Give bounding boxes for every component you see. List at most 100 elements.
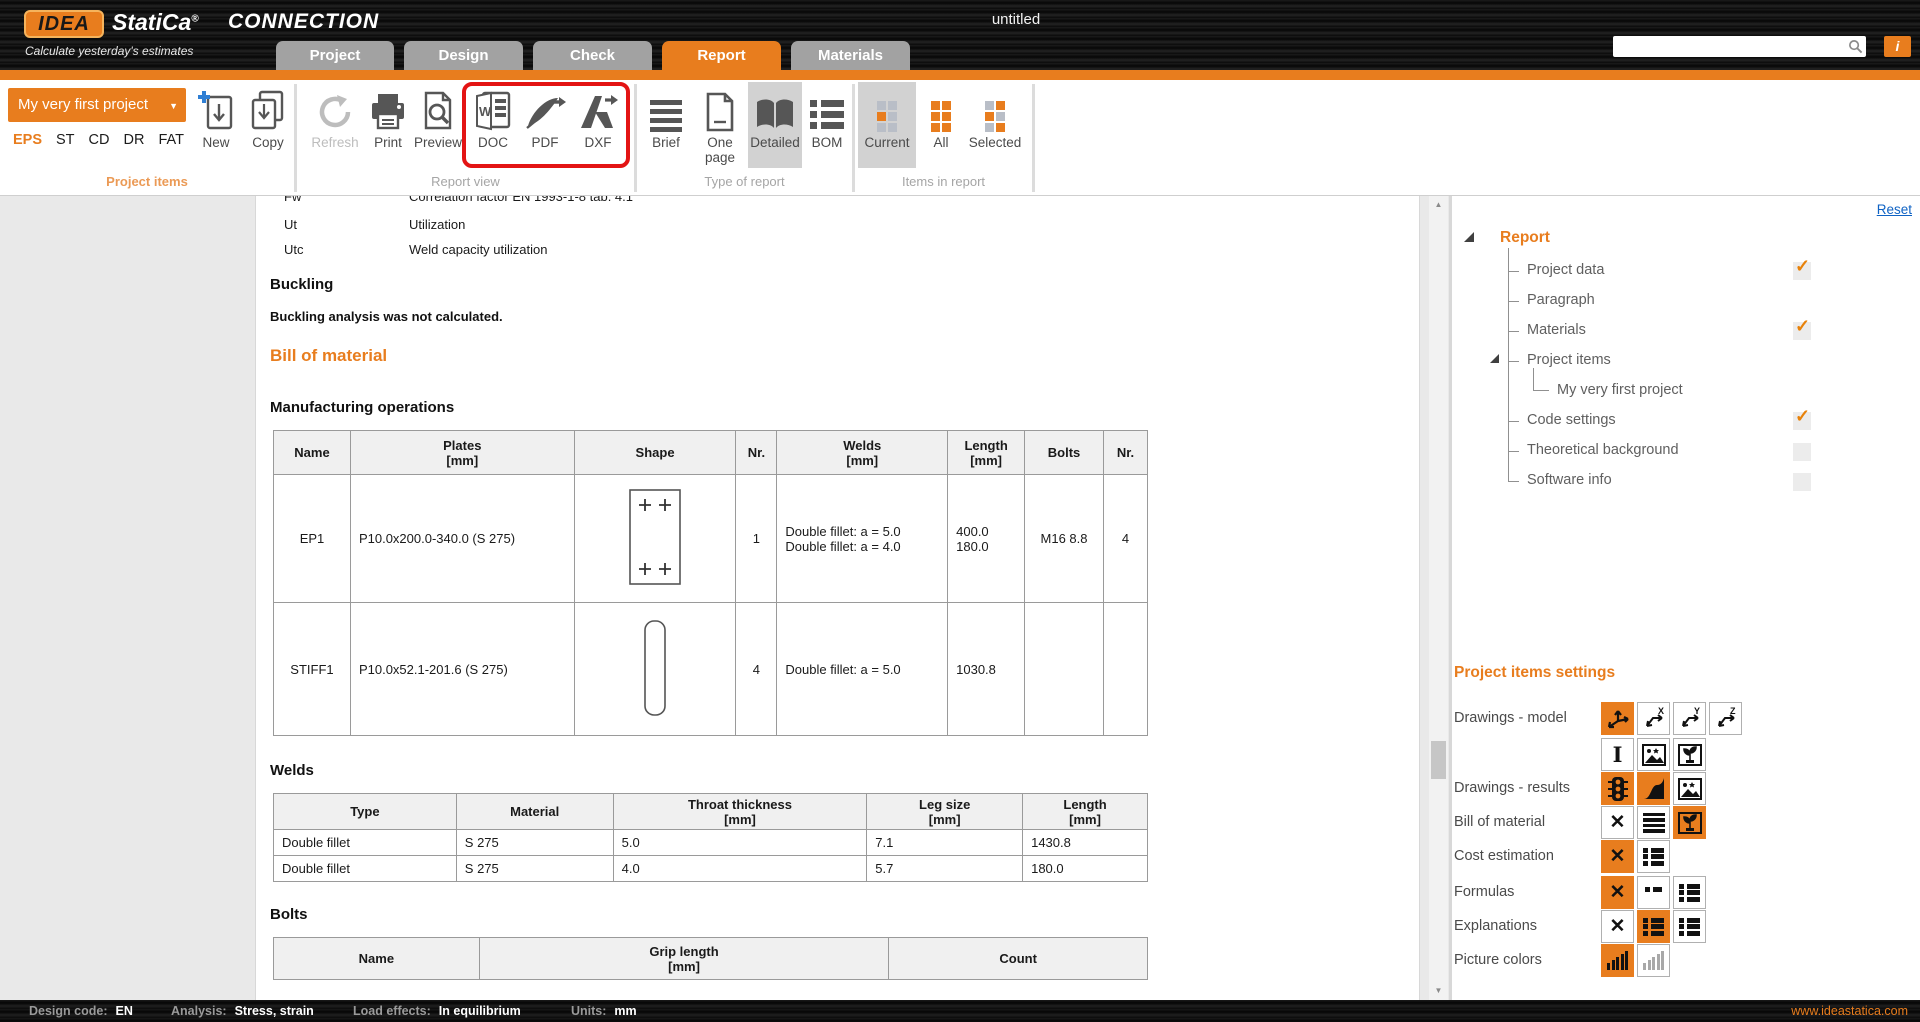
tab-check[interactable]: Check: [533, 41, 652, 70]
mode-fat[interactable]: FAT: [158, 132, 184, 148]
copy-button[interactable]: Copy: [242, 82, 294, 168]
print-button[interactable]: Print: [366, 82, 410, 168]
bom-with-picture-button[interactable]: [1673, 806, 1706, 839]
search-box[interactable]: [1613, 36, 1866, 57]
formulas-full-button[interactable]: [1673, 876, 1706, 909]
report-settings-panel: Reset Report Project data Paragraph Mate…: [1449, 196, 1920, 1000]
tree-item-project-data[interactable]: Project data: [1527, 262, 1604, 278]
col-header: Length[mm]: [948, 431, 1025, 475]
cell-length: 1030.8: [948, 603, 1025, 736]
items-current-button[interactable]: Current: [858, 82, 916, 168]
col-header: Welds[mm]: [777, 431, 948, 475]
explanations-none-button[interactable]: ✕: [1601, 910, 1634, 943]
manufacturing-heading: Manufacturing operations: [270, 399, 454, 416]
pdf-feather-icon: [524, 82, 566, 132]
explanations-full-button[interactable]: [1673, 910, 1706, 943]
info-button[interactable]: i: [1884, 36, 1911, 57]
tab-report[interactable]: Report: [662, 41, 781, 70]
tree-item-paragraph[interactable]: Paragraph: [1527, 292, 1595, 308]
group-label-type-of-report: Type of report: [637, 172, 852, 192]
tree-item-code-settings[interactable]: Code settings: [1527, 412, 1616, 428]
drawings-model-text-button[interactable]: I: [1601, 738, 1634, 771]
list-partial-icon: [1645, 885, 1662, 900]
drawings-model-axis-y-button[interactable]: Y: [1673, 702, 1706, 735]
mode-dr[interactable]: DR: [124, 132, 145, 148]
col-header: Count: [889, 938, 1148, 980]
printer-icon: [369, 82, 407, 132]
items-selected-button[interactable]: Selected: [964, 82, 1026, 168]
tree-item-theoretical-background[interactable]: Theoretical background: [1527, 442, 1679, 458]
drawings-results-traffic-button[interactable]: [1601, 772, 1634, 805]
drawings-model-picture-button[interactable]: [1637, 738, 1670, 771]
col-header: Material: [456, 794, 613, 830]
tab-project[interactable]: Project: [276, 41, 394, 70]
checkbox-materials[interactable]: ✓: [1793, 322, 1811, 340]
tab-design[interactable]: Design: [404, 41, 523, 70]
cell-bolts-nr: 4: [1103, 475, 1147, 603]
mode-cd[interactable]: CD: [89, 132, 110, 148]
tree-root-report[interactable]: Report: [1500, 229, 1550, 247]
drawings-model-axonometry-button[interactable]: [1601, 702, 1634, 735]
reset-link[interactable]: Reset: [1877, 202, 1912, 217]
mode-eps[interactable]: EPS: [13, 132, 42, 148]
export-pdf-button[interactable]: PDF: [520, 82, 570, 168]
cost-none-button[interactable]: ✕: [1601, 840, 1634, 873]
tree-item-my-very-first-project[interactable]: My very first project: [1557, 382, 1683, 398]
picture-colors-color-button[interactable]: [1601, 944, 1634, 977]
explanations-compact-button[interactable]: [1637, 910, 1670, 943]
table-row: STIFF1 P10.0x52.1-201.6 (S 275) 4 Double…: [274, 603, 1148, 736]
col-header: Bolts: [1025, 431, 1104, 475]
symbol-fw-desc: Correlation factor EN 1993-1-8 tab. 4.1: [409, 196, 633, 204]
checkbox-project-data[interactable]: ✓: [1793, 262, 1811, 280]
tree-expander-report[interactable]: [1464, 232, 1474, 242]
vertical-scrollbar[interactable]: ▲ ▼: [1429, 196, 1448, 1000]
scroll-down-arrow[interactable]: ▼: [1429, 982, 1448, 1000]
tab-materials[interactable]: Materials: [791, 41, 910, 70]
drawings-model-axis-z-button[interactable]: Z: [1709, 702, 1742, 735]
cell-bolts: M16 8.8: [1025, 475, 1104, 603]
preview-button[interactable]: Preview: [412, 82, 464, 168]
formulas-none-button[interactable]: ✕: [1601, 876, 1634, 909]
detailed-button[interactable]: Detailed: [748, 82, 802, 168]
checkbox-software-info[interactable]: [1793, 473, 1811, 491]
scroll-up-arrow[interactable]: ▲: [1429, 196, 1448, 214]
cell-plates: P10.0x52.1-201.6 (S 275): [350, 603, 574, 736]
axis-y-icon: Y: [1677, 706, 1703, 732]
brief-button[interactable]: Brief: [640, 82, 692, 168]
new-button[interactable]: New: [192, 82, 240, 168]
tree-item-project-items[interactable]: Project items: [1527, 352, 1611, 368]
bill-of-material-heading: Bill of material: [270, 346, 387, 366]
drawings-model-picture-plant-button[interactable]: [1673, 738, 1706, 771]
mode-st[interactable]: ST: [56, 132, 75, 148]
checkbox-theoretical-background[interactable]: [1793, 443, 1811, 461]
tree-item-materials[interactable]: Materials: [1527, 322, 1586, 338]
cost-list-button[interactable]: [1637, 840, 1670, 873]
export-dxf-button[interactable]: DXF: [572, 82, 624, 168]
cell-bolts: [1025, 603, 1104, 736]
drawings-model-axis-x-button[interactable]: X: [1637, 702, 1670, 735]
search-icon: [1848, 39, 1863, 54]
report-page: Fw Correlation factor EN 1993-1-8 tab. 4…: [255, 196, 1420, 1000]
drawings-results-picture-button[interactable]: [1673, 772, 1706, 805]
drawings-results-curve-button[interactable]: [1637, 772, 1670, 805]
project-item-dropdown-value: My very first project: [18, 96, 148, 113]
bom-button[interactable]: BOM: [804, 82, 850, 168]
search-input[interactable]: [1617, 36, 1843, 57]
cross-icon: ✕: [1610, 806, 1626, 839]
one-page-button[interactable]: One page: [694, 82, 746, 168]
bom-none-button[interactable]: ✕: [1601, 806, 1634, 839]
bom-table-button[interactable]: [1637, 806, 1670, 839]
scrollbar-thumb[interactable]: [1431, 741, 1446, 779]
formulas-compact-button[interactable]: [1637, 876, 1670, 909]
cross-icon: ✕: [1610, 876, 1626, 909]
export-doc-button[interactable]: W DOC: [468, 82, 518, 168]
tree-item-software-info[interactable]: Software info: [1527, 472, 1612, 488]
picture-plant-icon: [1678, 812, 1702, 834]
project-item-dropdown[interactable]: My very first project ▼: [8, 88, 186, 122]
website-link[interactable]: www.ideastatica.com: [1791, 1000, 1908, 1022]
tree-expander-project-items[interactable]: [1490, 354, 1499, 363]
items-all-button[interactable]: All: [922, 82, 960, 168]
picture-colors-gray-button[interactable]: [1637, 944, 1670, 977]
refresh-button[interactable]: Refresh: [306, 82, 364, 168]
checkbox-code-settings[interactable]: ✓: [1793, 412, 1811, 430]
